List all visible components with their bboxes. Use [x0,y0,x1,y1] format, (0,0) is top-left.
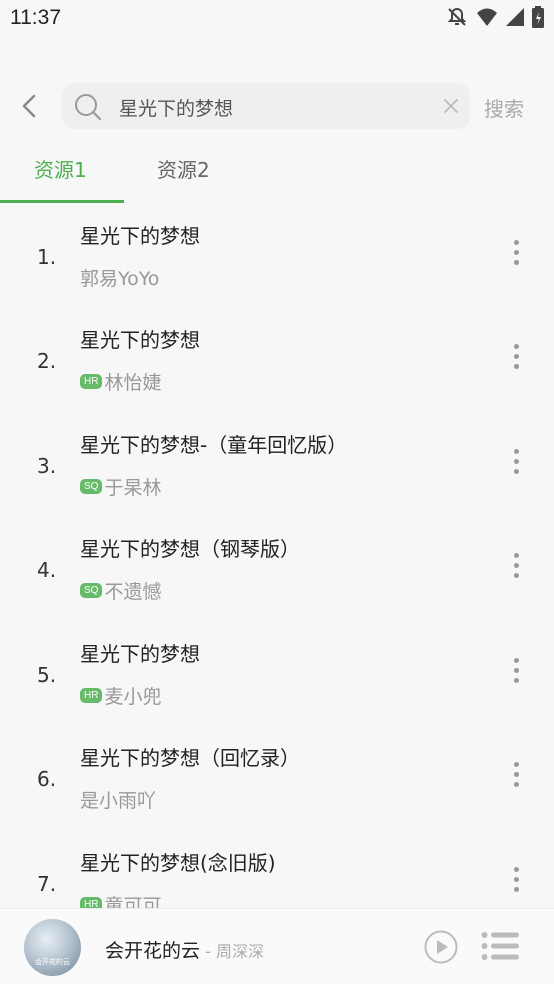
battery-icon [532,6,544,28]
more-vert-icon [513,240,519,245]
song-title: 星光下的梦想-（童年回忆版） [80,433,348,457]
close-icon [444,99,458,113]
source-tabs: 资源1 资源2 [0,145,554,205]
song-row[interactable]: 7. 星光下的梦想(念旧版) HR 童可可 [0,830,554,908]
mini-player[interactable]: 会开花的云 会开花的云 - 周深深 [0,908,554,984]
tab-source-2[interactable]: 资源2 [157,154,210,183]
more-vert-icon [513,762,519,767]
wifi-icon [476,7,498,27]
clear-search-button[interactable] [440,95,462,117]
song-title: 星光下的梦想（钢琴版） [80,537,300,561]
tab-source-1[interactable]: 资源1 [34,154,87,183]
song-meta: HR 童可可 [80,891,161,908]
song-row[interactable]: 2. 星光下的梦想 HR 林怡婕 [0,307,554,411]
song-row[interactable]: 1. 星光下的梦想 郭易YoYo [0,203,554,307]
more-options-button[interactable] [510,867,522,897]
song-title: 星光下的梦想 [80,642,200,666]
play-icon [424,930,458,964]
song-title: 星光下的梦想 [80,328,200,352]
song-number: 1. [37,245,57,269]
song-artist: 林怡婕 [104,372,162,394]
song-artist: 郭易YoYo [80,268,160,290]
signal-icon [506,7,524,27]
cover-text: 会开花的云 [35,958,70,966]
status-icons [446,6,544,28]
status-bar: 11:37 [0,0,554,38]
song-row[interactable]: 3. 星光下的梦想-（童年回忆版） SQ 于杲林 [0,412,554,516]
status-time: 11:37 [10,6,61,29]
play-button[interactable] [424,930,458,968]
song-meta: HR 林怡婕 [80,368,161,395]
song-number: 2. [37,349,57,373]
search-button[interactable]: 搜索 [484,93,524,122]
more-options-button[interactable] [510,553,522,583]
song-meta: SQ 于杲林 [80,473,161,500]
more-options-button[interactable] [510,240,522,270]
song-title: 星光下的梦想 [80,224,200,248]
now-playing-artist: - 周深深 [200,942,264,961]
song-list: 1. 星光下的梦想 郭易YoYo 2. 星光下的梦想 HR 林怡婕 3. 星光下… [0,203,554,908]
more-vert-icon [513,553,519,558]
search-query[interactable]: 星光下的梦想 [119,94,233,121]
quality-badge: SQ [80,479,103,494]
song-row[interactable]: 6. 星光下的梦想（回忆录） 是小雨吖 [0,725,554,829]
song-meta: HR 麦小兜 [80,682,161,709]
more-options-button[interactable] [510,762,522,792]
song-row[interactable]: 5. 星光下的梦想 HR 麦小兜 [0,621,554,725]
more-options-button[interactable] [510,658,522,688]
song-artist: 不遗憾 [104,581,162,603]
song-number: 7. [37,872,57,896]
song-artist: 是小雨吖 [80,790,157,812]
quality-badge: HR [80,374,103,389]
search-row: 星光下的梦想 搜索 [0,82,554,130]
more-options-button[interactable] [510,449,522,479]
song-number: 6. [37,767,57,791]
search-icon [74,93,102,125]
song-artist: 于杲林 [104,477,162,499]
more-options-button[interactable] [510,344,522,374]
song-meta: 郭易YoYo [80,264,159,291]
more-vert-icon [513,344,519,349]
song-number: 4. [37,558,57,582]
now-playing-title: 会开花的云 [105,940,201,962]
song-meta: SQ 不遗憾 [80,577,161,604]
playlist-icon [481,932,519,960]
song-artist: 童可可 [104,895,162,908]
song-artist: 麦小兜 [104,686,162,708]
playlist-button[interactable] [481,931,519,965]
more-vert-icon [513,867,519,872]
notifications-off-icon [446,6,468,28]
more-vert-icon [513,449,519,454]
song-title: 星光下的梦想（回忆录） [80,746,300,770]
more-vert-icon [513,658,519,663]
song-row[interactable]: 4. 星光下的梦想（钢琴版） SQ 不遗憾 [0,516,554,620]
album-cover[interactable]: 会开花的云 [24,919,81,976]
song-title: 星光下的梦想(念旧版) [80,851,276,875]
search-input[interactable]: 星光下的梦想 [62,83,470,129]
song-number: 5. [37,663,57,687]
chevron-left-icon [22,94,36,118]
now-playing-info[interactable]: 会开花的云 - 周深深 [105,936,264,963]
song-number: 3. [37,454,57,478]
song-meta: 是小雨吖 [80,786,156,813]
back-button[interactable] [14,90,46,122]
quality-badge: HR [80,688,103,703]
quality-badge: HR [80,897,103,908]
quality-badge: SQ [80,583,103,598]
